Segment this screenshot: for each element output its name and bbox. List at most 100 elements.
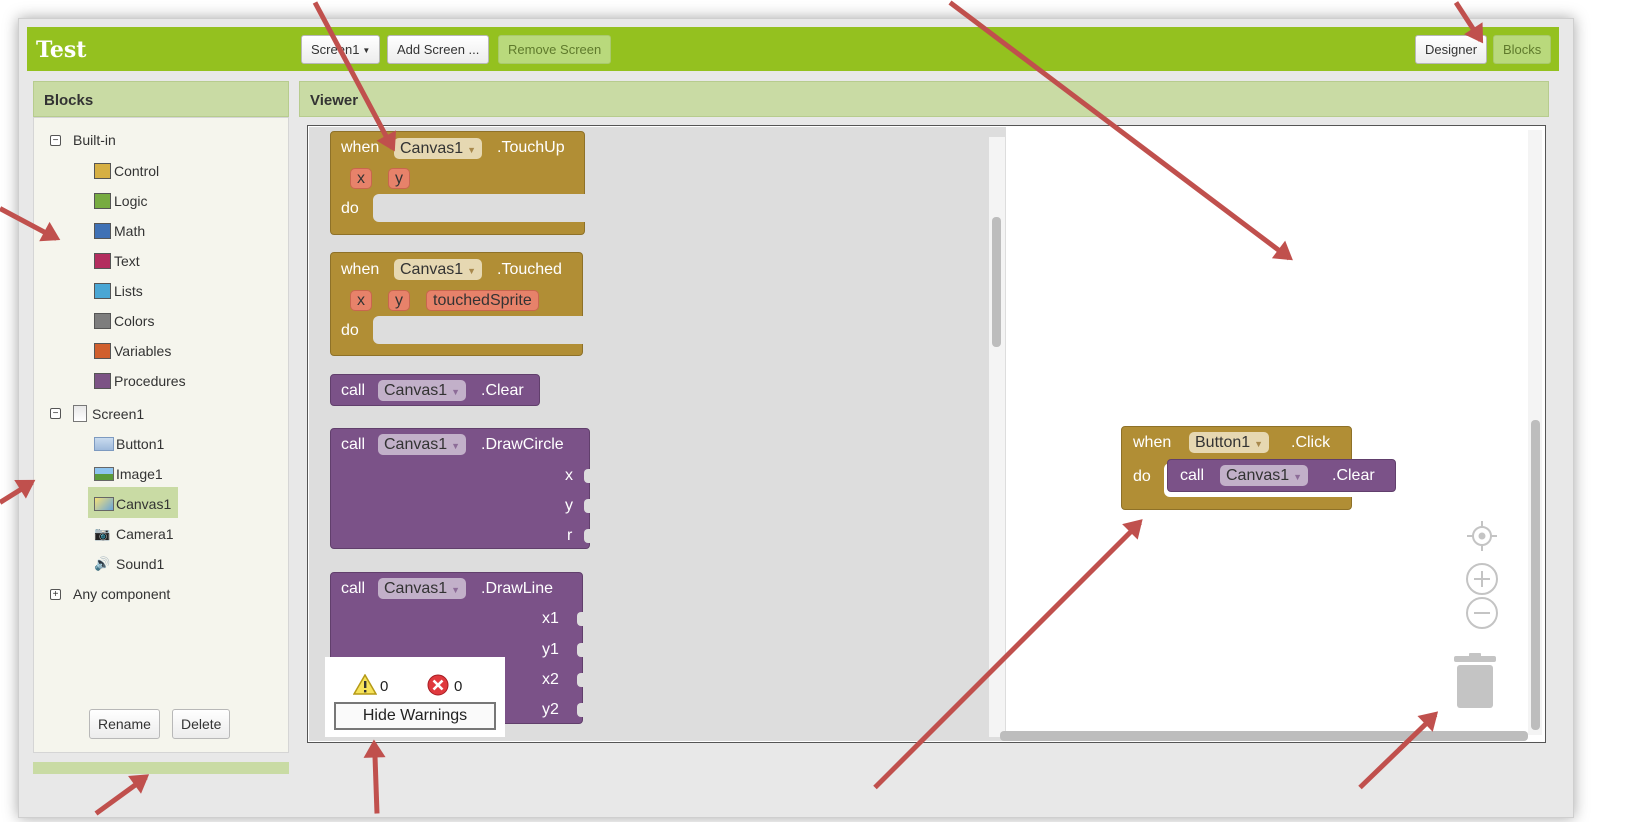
- dropdown-label: Canvas1: [384, 382, 448, 399]
- component-dropdown[interactable]: Canvas1 ▼: [378, 434, 467, 455]
- color-swatch-icon: [94, 253, 111, 269]
- method-name: .Clear: [1332, 467, 1375, 484]
- tree-component-image1[interactable]: Image1: [94, 466, 163, 482]
- component-label: Button1: [116, 436, 165, 452]
- block-call-label: call: [1180, 467, 1205, 484]
- param-touched-sprite[interactable]: touchedSprite: [426, 290, 539, 311]
- dropdown-label: Canvas1: [400, 261, 464, 278]
- screen-icon: [73, 405, 87, 422]
- chevron-down-icon: ▼: [451, 441, 461, 451]
- builtin-drawer-label: Text: [114, 253, 140, 269]
- dropdown-label: Canvas1: [1226, 467, 1290, 484]
- chevron-down-icon: ▼: [451, 585, 461, 595]
- add-screen-button[interactable]: Add Screen ...: [387, 35, 490, 64]
- param-y[interactable]: y: [388, 290, 410, 311]
- zoom-out-icon[interactable]: [1465, 596, 1499, 630]
- param-x[interactable]: x: [350, 168, 372, 189]
- error-count: 0: [454, 678, 463, 695]
- block-call-label: call: [341, 436, 366, 453]
- dropdown-label: Button1: [1195, 434, 1251, 451]
- block-workspace-canvas-clear[interactable]: call Canvas1 ▼ .Clear: [1167, 459, 1396, 492]
- builtin-drawer-label: Colors: [114, 313, 155, 329]
- builtin-drawer-math[interactable]: Math: [94, 223, 145, 239]
- event-name: .TouchUp: [497, 139, 565, 156]
- input-socket[interactable]: [584, 499, 592, 513]
- builtin-drawer-label: Math: [114, 223, 146, 239]
- hide-warnings-button[interactable]: Hide Warnings: [334, 702, 496, 730]
- component-dropdown[interactable]: Button1 ▼: [1189, 432, 1270, 453]
- block-call-label: call: [341, 382, 366, 399]
- input-socket[interactable]: [577, 673, 585, 687]
- warning-count: 0: [380, 678, 389, 695]
- component-dropdown[interactable]: Canvas1 ▼: [1220, 465, 1309, 486]
- param-y[interactable]: y: [388, 168, 410, 189]
- top-toolbar: [27, 27, 1559, 71]
- blocks-button[interactable]: Blocks: [1493, 35, 1552, 64]
- blocks-panel-header: Blocks: [33, 81, 289, 117]
- recenter-icon[interactable]: [1465, 519, 1499, 553]
- builtin-drawer-colors[interactable]: Colors: [94, 313, 154, 329]
- param-x[interactable]: x: [350, 290, 372, 311]
- input-socket[interactable]: [577, 612, 585, 626]
- collapse-icon[interactable]: −: [50, 134, 61, 146]
- tree-component-canvas1[interactable]: Canvas1: [94, 496, 171, 512]
- arg-label: y2: [542, 701, 559, 718]
- builtin-drawer-label: Procedures: [114, 373, 186, 389]
- component-dropdown[interactable]: Canvas1 ▼: [394, 138, 483, 159]
- builtin-drawer-logic[interactable]: Logic: [94, 193, 147, 209]
- builtin-drawer-procedures[interactable]: Procedures: [94, 373, 186, 389]
- input-socket[interactable]: [584, 469, 592, 483]
- block-when-label: when: [341, 261, 380, 278]
- input-socket[interactable]: [577, 703, 585, 717]
- dropdown-label: Canvas1: [384, 580, 448, 597]
- block-canvas-clear[interactable]: call Canvas1 ▼ .Clear: [330, 374, 540, 406]
- block-when-label: when: [1133, 434, 1172, 451]
- component-label: Sound1: [116, 556, 165, 572]
- tree-builtin[interactable]: − Built-in: [50, 132, 116, 148]
- builtin-drawer-label: Control: [114, 163, 160, 179]
- project-title: Test: [36, 37, 87, 63]
- tree-screen1[interactable]: − Screen1: [50, 405, 144, 422]
- block-canvas-touched[interactable]: when Canvas1 ▼ .Touched x y touchedSprite…: [330, 252, 584, 356]
- camera-icon: 📷: [94, 526, 111, 541]
- rename-button[interactable]: Rename: [89, 709, 160, 739]
- builtin-drawer-text[interactable]: Text: [94, 253, 140, 269]
- tree-component-camera1[interactable]: 📷 Camera1: [94, 526, 174, 542]
- arg-label: y: [565, 497, 573, 514]
- delete-button[interactable]: Delete: [172, 709, 231, 739]
- block-canvas-touchup[interactable]: when Canvas1 ▼ .TouchUp x y do: [330, 131, 586, 235]
- builtin-drawer-lists[interactable]: Lists: [94, 283, 143, 299]
- component-dropdown[interactable]: Canvas1 ▼: [378, 380, 467, 401]
- tree-component-sound1[interactable]: 🔊 Sound1: [94, 556, 164, 572]
- collapse-icon[interactable]: −: [50, 408, 61, 419]
- color-swatch-icon: [94, 373, 111, 389]
- remove-screen-button[interactable]: Remove Screen: [498, 35, 612, 64]
- speaker-icon: 🔊: [94, 556, 111, 571]
- tree-builtin-label: Built-in: [73, 132, 116, 148]
- workspace-vertical-scroll-thumb[interactable]: [1531, 420, 1540, 730]
- builtin-drawer-variables[interactable]: Variables: [94, 343, 171, 359]
- arg-label: x: [565, 467, 573, 484]
- block-canvas-drawcircle[interactable]: call Canvas1 ▼ .DrawCircle x y r: [330, 428, 592, 549]
- blocks-panel: [33, 117, 289, 753]
- component-dropdown[interactable]: Canvas1 ▼: [394, 259, 483, 280]
- statement-slot: [373, 194, 586, 222]
- expand-icon[interactable]: +: [50, 588, 61, 600]
- trash-icon[interactable]: [1453, 653, 1497, 709]
- builtin-drawer-label: Lists: [114, 283, 143, 299]
- workspace-horizontal-scroll-thumb[interactable]: [1000, 731, 1528, 741]
- tree-screen1-label: Screen1: [92, 405, 145, 422]
- input-socket[interactable]: [584, 529, 592, 543]
- zoom-in-icon[interactable]: [1465, 562, 1499, 596]
- tree-component-button1[interactable]: Button1: [94, 436, 164, 452]
- component-dropdown[interactable]: Canvas1 ▼: [378, 578, 467, 599]
- chevron-down-icon: ▼: [1254, 439, 1264, 449]
- builtin-drawer-control[interactable]: Control: [94, 163, 159, 179]
- input-socket[interactable]: [577, 643, 585, 657]
- chevron-down-icon: ▼: [467, 266, 477, 276]
- tree-any-component[interactable]: + Any component: [50, 586, 170, 602]
- flyout-scroll-thumb[interactable]: [992, 217, 1001, 347]
- color-swatch-icon: [94, 193, 111, 209]
- tree-any-component-label: Any component: [73, 586, 171, 602]
- image-icon: [94, 467, 114, 481]
